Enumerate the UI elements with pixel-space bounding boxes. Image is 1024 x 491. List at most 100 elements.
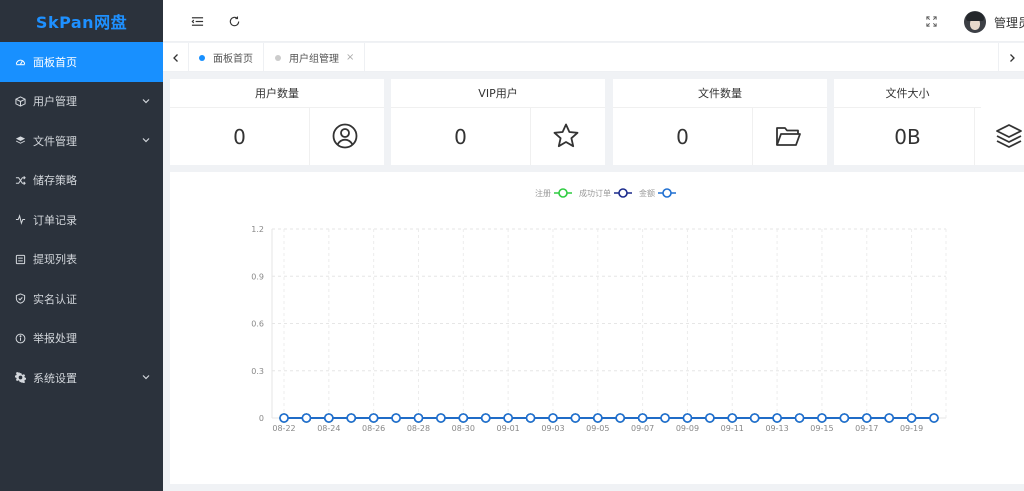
tab-active-dot [199,54,205,61]
series-point-2 [548,413,558,423]
sidebar-item-8[interactable]: 系统设置 [0,358,163,398]
tab-dot [275,54,281,61]
series-point-2 [660,413,670,423]
sidebar-item-5[interactable]: 提现列表 [0,240,163,280]
legend-label: 成功订单 [579,188,611,198]
user-circle-icon [330,121,360,151]
user-name[interactable]: 管理员 [994,14,1024,31]
series-point-2 [817,413,827,423]
stat-card-vip: VIP用户 0 [391,79,605,165]
series-point-2 [592,413,603,423]
stat-card-files: 文件数量 0 [613,79,827,165]
series-point-2 [391,413,401,423]
x-tick-label: 08-22 [272,424,295,433]
x-tick-label: 09-13 [765,424,788,433]
stack-icon [14,134,27,147]
y-tick-label: 1.2 [251,225,264,234]
tabs-scroll-right-button[interactable] [998,43,1024,72]
series-point-2 [637,413,648,423]
series-point-2 [839,413,850,423]
series-point-2 [615,413,626,423]
series-point-2 [929,413,939,423]
star-icon [551,121,581,151]
sidebar-item-label: 用户管理 [33,95,77,109]
chevron-down-icon [141,135,151,145]
x-tick-label: 09-19 [900,424,923,433]
sidebar-item-0[interactable]: 面板首页 [0,42,163,82]
sidebar-item-label: 储存策略 [33,174,77,188]
x-tick-label: 09-03 [541,424,564,433]
gear-icon [14,371,27,384]
series-point-2 [570,413,581,423]
close-icon[interactable]: × [346,52,354,63]
x-tick-label: 08-26 [362,424,385,433]
x-tick-label: 09-15 [810,424,833,433]
series-point-2 [705,413,715,423]
sidebar-item-label: 面板首页 [33,55,77,69]
series-point-2 [301,413,312,423]
sidebar-item-1[interactable]: 用户管理 [0,82,163,122]
layers-icon [994,121,1024,151]
chevron-down-icon [141,96,151,106]
fullscreen-icon[interactable] [923,13,939,29]
series-point-2 [861,413,872,423]
series-point-2 [794,413,805,423]
list-icon [14,253,27,266]
series-point-2 [772,413,782,423]
menu-fold-icon[interactable] [189,13,205,29]
tabs-scroll-left-button[interactable] [163,43,189,72]
brand-logo[interactable]: SkPan网盘 [0,0,163,42]
y-tick-label: 0.9 [251,272,264,281]
x-tick-label: 08-28 [407,424,430,433]
sidebar-item-label: 订单记录 [33,213,77,227]
sidebar-item-label: 举报处理 [33,332,77,346]
shield-check-icon [14,292,27,305]
series-point-2 [346,413,357,423]
sidebar-item-3[interactable]: 储存策略 [0,161,163,201]
series-point-2 [368,413,379,423]
box-icon [14,95,27,108]
legend-label: 金额 [639,188,655,198]
sidebar-item-2[interactable]: 文件管理 [0,121,163,161]
folder-open-icon [773,121,803,151]
tab-dashboard[interactable]: 面板首页 [189,43,264,72]
tab-label: 面板首页 [213,54,253,65]
stat-value: 0B [894,124,921,149]
sidebar-menu: 面板首页用户管理文件管理储存策略订单记录提现列表实名认证举报处理系统设置 [0,42,163,398]
series-point-2 [279,413,289,423]
series-point-2 [727,413,738,423]
stat-title: 文件数量 [613,79,827,108]
stat-value: 0 [676,124,689,149]
sidebar-item-7[interactable]: 举报处理 [0,319,163,359]
sidebar-item-4[interactable]: 订单记录 [0,200,163,240]
dashboard-icon [14,55,27,68]
stat-value: 0 [454,124,467,149]
shuffle-icon [14,174,27,187]
refresh-icon[interactable] [226,13,242,29]
sidebar-item-label: 文件管理 [33,134,77,148]
top-header: 管理员 [163,0,1024,42]
stat-title: 用户数量 [170,79,384,108]
sidebar-item-label: 实名认证 [33,292,77,306]
chevron-down-icon [141,372,151,382]
activity-icon [14,213,27,226]
line-chart: 0 0.3 0.6 0.9 1.2 08-22 08-24 08-26 08-28 08-30 09… [251,188,947,433]
legend-marker [558,188,568,198]
tabs-bar: 面板首页 用户组管理 × [163,43,1024,72]
avatar[interactable] [964,11,986,33]
series-point-2 [324,413,334,423]
y-tick-label: 0.6 [251,320,264,329]
chart-panel: 0 0.3 0.6 0.9 1.2 08-22 08-24 08-26 08-28 08-30 09… [170,172,1024,484]
sidebar-item-label: 系统设置 [33,371,77,385]
legend-marker [662,188,672,198]
series-point-2 [458,413,469,423]
y-tick-label: 0 [259,414,264,423]
stat-card-size: 文件大小 0B [834,79,1024,165]
series-point-2 [436,413,446,423]
x-tick-label: 09-09 [676,424,699,433]
sidebar-item-6[interactable]: 实名认证 [0,279,163,319]
tab-label: 用户组管理 [289,54,339,65]
x-tick-label: 09-01 [497,424,520,433]
stat-title: 文件大小 [834,79,981,108]
tab-user-groups[interactable]: 用户组管理 × [265,43,366,72]
